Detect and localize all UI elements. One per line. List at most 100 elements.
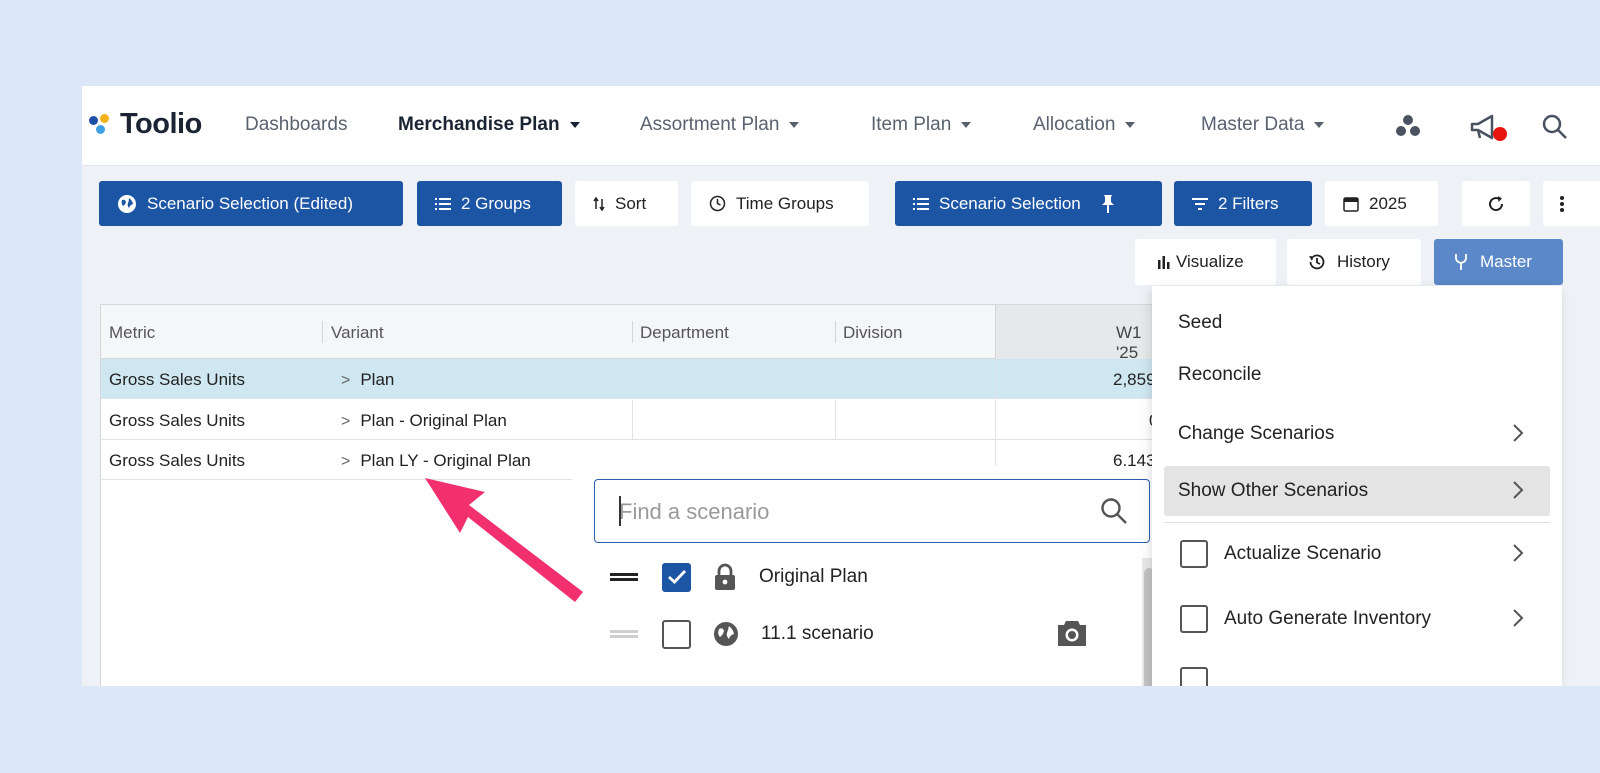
menu-divider <box>1164 522 1550 523</box>
cell-metric: Gross Sales Units <box>109 451 246 470</box>
nav-assortment-plan[interactable]: Assortment Plan <box>640 114 800 136</box>
chevron-right-icon <box>1512 423 1524 449</box>
chevron-right-icon <box>1512 543 1524 569</box>
menu-label: Auto Generate Inventory <box>1224 608 1432 629</box>
chevron-right-icon[interactable]: > <box>341 453 350 470</box>
column-header-division[interactable]: Division <box>843 323 903 343</box>
menu-label: Seed <box>1178 312 1223 333</box>
search-placeholder: Find a scenario <box>619 499 770 524</box>
menu-label: Change Scenarios <box>1178 423 1335 444</box>
calendar-icon <box>1343 196 1359 212</box>
visualize-button[interactable]: Visualize <box>1135 239 1276 285</box>
nav-label: Item Plan <box>871 114 952 135</box>
scenario-item-original-plan[interactable]: Original Plan <box>610 557 868 597</box>
menu-item-auto-generate-inventory[interactable]: Auto Generate Inventory <box>1152 594 1562 644</box>
groups-button[interactable]: 2 Groups <box>417 181 562 226</box>
scenario-label: Original Plan <box>759 566 868 587</box>
auto-generate-checkbox[interactable] <box>1180 605 1208 633</box>
time-groups-button[interactable]: Time Groups <box>691 181 869 226</box>
chevron-right-icon[interactable]: > <box>341 413 350 430</box>
caret-down-icon <box>1125 122 1136 128</box>
column-header-variant[interactable]: Variant <box>331 323 384 343</box>
actualize-checkbox[interactable] <box>1180 540 1208 568</box>
nav-item-plan[interactable]: Item Plan <box>871 114 972 136</box>
list-icon <box>913 197 929 210</box>
sort-button[interactable]: Sort <box>575 181 678 226</box>
globe-icon <box>117 194 137 214</box>
nav-allocation[interactable]: Allocation <box>1033 114 1136 136</box>
cell-w1[interactable]: 2,859 <box>1113 370 1156 390</box>
caret-down-icon <box>789 122 800 128</box>
button-label: Visualize <box>1176 252 1244 271</box>
apps-icon[interactable] <box>1393 112 1423 145</box>
camera-icon[interactable] <box>1056 619 1088 647</box>
chevron-right-icon[interactable]: > <box>341 372 350 389</box>
menu-item-seed[interactable]: Seed <box>1152 298 1562 348</box>
refresh-button[interactable] <box>1462 181 1530 226</box>
cell-variant: Plan <box>360 370 395 389</box>
scenario-selection-button[interactable]: Scenario Selection <box>895 181 1162 226</box>
table-row[interactable]: Gross Sales Units > Plan - Original Plan … <box>101 400 1159 440</box>
menu-item-change-scenarios[interactable]: Change Scenarios <box>1152 409 1562 459</box>
lock-icon <box>713 563 737 591</box>
list-icon <box>435 197 451 210</box>
master-dropdown-menu: Seed Reconcile Change Scenarios Show Oth… <box>1152 286 1562 686</box>
clock-icon <box>709 195 726 212</box>
caret-down-icon <box>569 122 580 128</box>
search-icon[interactable] <box>1099 496 1129 531</box>
menu-label: Actualize Scenario <box>1224 543 1382 564</box>
year-button[interactable]: 2025 <box>1325 181 1438 226</box>
menu-item-partial[interactable] <box>1152 656 1562 686</box>
top-nav: Toolio Dashboards Merchandise Plan Assor… <box>82 86 1600 166</box>
more-options-button[interactable] <box>1543 181 1600 226</box>
column-header-metric[interactable]: Metric <box>109 323 155 343</box>
menu-checkbox[interactable] <box>1180 667 1208 686</box>
nav-label: Dashboards <box>245 114 348 135</box>
drag-handle-icon[interactable] <box>610 572 638 582</box>
menu-label: Reconcile <box>1178 364 1262 385</box>
text-cursor <box>619 496 621 526</box>
announcements-icon[interactable] <box>1468 112 1508 151</box>
column-header-w1-cell[interactable]: W1 '25 <box>995 305 1161 362</box>
button-label: 2 Filters <box>1218 193 1279 213</box>
scenario-label: 11.1 scenario <box>761 623 874 644</box>
toolio-logo[interactable]: Toolio <box>86 108 202 141</box>
grid-header: Metric Variant Department Division W1 '2… <box>101 305 1161 362</box>
menu-item-show-other-scenarios[interactable]: Show Other Scenarios <box>1164 466 1550 516</box>
scenario-search-input[interactable]: Find a scenario <box>594 479 1150 543</box>
app-window: Toolio Dashboards Merchandise Plan Assor… <box>82 86 1600 686</box>
logo-dots-icon <box>86 110 116 140</box>
chevron-right-icon <box>1512 608 1524 634</box>
nav-merchandise-plan[interactable]: Merchandise Plan <box>398 114 580 136</box>
table-row[interactable]: Gross Sales Units > Plan 2,859 <box>101 359 1159 399</box>
menu-item-reconcile[interactable]: Reconcile <box>1152 350 1562 400</box>
caret-down-icon <box>1314 122 1325 128</box>
scenario-selection-edited-button[interactable]: Scenario Selection (Edited) <box>99 181 403 226</box>
drag-handle-icon[interactable] <box>610 629 638 639</box>
button-label: History <box>1337 252 1390 271</box>
column-header-department[interactable]: Department <box>640 323 729 343</box>
master-button[interactable]: Master <box>1434 239 1563 285</box>
button-label: Sort <box>615 193 647 213</box>
scenario-checkbox[interactable] <box>662 619 691 649</box>
history-icon <box>1307 252 1327 272</box>
globe-icon <box>713 621 739 647</box>
bar-chart-icon <box>1157 255 1171 269</box>
search-icon[interactable] <box>1540 112 1570 147</box>
chevron-right-icon <box>1512 480 1524 506</box>
pin-icon[interactable] <box>1101 194 1115 214</box>
filter-icon <box>1192 197 1208 210</box>
scenario-checkbox[interactable] <box>662 562 691 592</box>
nav-master-data[interactable]: Master Data <box>1201 114 1325 136</box>
refresh-icon <box>1486 194 1506 214</box>
cell-metric: Gross Sales Units <box>109 411 246 430</box>
history-button[interactable]: History <box>1287 239 1421 285</box>
button-label: Time Groups <box>736 193 834 213</box>
filters-button[interactable]: 2 Filters <box>1174 181 1312 226</box>
nav-dashboards[interactable]: Dashboards <box>245 114 347 136</box>
branch-icon <box>1454 253 1468 271</box>
cell-variant: Plan LY - Original Plan <box>360 451 531 470</box>
scenario-picker-popover: Find a scenario Original Plan 11.1 scena… <box>572 466 1157 686</box>
menu-item-actualize-scenario[interactable]: Actualize Scenario <box>1152 529 1562 579</box>
scenario-item-11-1[interactable]: 11.1 scenario <box>610 614 1130 654</box>
